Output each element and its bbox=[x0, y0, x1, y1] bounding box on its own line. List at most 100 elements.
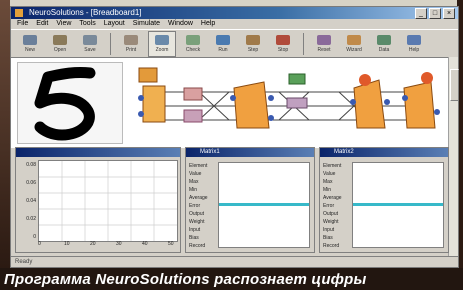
toolbar-button-label: Save bbox=[84, 47, 96, 53]
reset-icon bbox=[317, 35, 331, 45]
menu-tools[interactable]: Tools bbox=[79, 19, 95, 29]
matrix1-output-line bbox=[219, 203, 309, 206]
toolbar-button-label: Stop bbox=[277, 47, 289, 53]
hidden-layer-node bbox=[230, 81, 274, 129]
plot-area bbox=[38, 160, 178, 242]
open-button[interactable]: Open bbox=[47, 32, 73, 56]
monitor-bezel-left bbox=[0, 0, 10, 268]
menu-edit[interactable]: Edit bbox=[36, 19, 48, 29]
matrix1-row-label: Record bbox=[189, 243, 206, 249]
plot-panel: 0.08 0.06 0.04 0.02 0 0 10 20 30 40 50 bbox=[15, 147, 181, 253]
toolbar-separator bbox=[110, 33, 111, 55]
digit-input-image bbox=[17, 62, 123, 144]
save-icon bbox=[83, 35, 97, 45]
scroll-thumb[interactable] bbox=[450, 69, 459, 101]
toolbar-button-label: Open bbox=[53, 47, 67, 53]
window-title: NeuroSolutions - [Breadboard1] bbox=[29, 8, 142, 17]
maximize-button[interactable]: □ bbox=[429, 8, 441, 19]
network-diagram bbox=[138, 67, 440, 129]
menu-file[interactable]: File bbox=[17, 19, 28, 29]
toolbar-button-label: Step bbox=[247, 47, 259, 53]
step-button[interactable]: Step bbox=[240, 32, 266, 56]
menu-layout[interactable]: Layout bbox=[104, 19, 125, 29]
toolbar-button-label: New bbox=[24, 47, 35, 53]
x-tick-label: 50 bbox=[168, 241, 174, 247]
reset-button[interactable]: Reset bbox=[311, 32, 337, 56]
menu-simulate[interactable]: Simulate bbox=[133, 19, 160, 29]
matrix1-row-label: Input bbox=[189, 227, 201, 233]
matrix2-row-label: Record bbox=[323, 243, 340, 249]
stop-icon bbox=[276, 35, 290, 45]
print-icon bbox=[124, 35, 138, 45]
matrix1-row-label: Error bbox=[189, 203, 201, 209]
toolbar: New Open Save Print Zoom Check Run Step Stop Rese… bbox=[11, 29, 458, 59]
matrix2-row-label: Output bbox=[323, 211, 339, 217]
plot-x-ticks: 0 10 20 30 40 50 bbox=[38, 241, 178, 249]
toolbar-button-label: Reset bbox=[317, 47, 331, 53]
title-bar: NeuroSolutions - [Breadboard1] _ □ × bbox=[11, 7, 458, 19]
step-icon bbox=[246, 35, 260, 45]
matrix2-header: Matrix2 bbox=[320, 148, 448, 157]
matrix1-row-label: Weight bbox=[189, 219, 205, 225]
matrix2-row-label: Average bbox=[323, 195, 342, 201]
plot-y-ticks: 0.08 0.06 0.04 0.02 0 bbox=[18, 162, 36, 240]
menu-window[interactable]: Window bbox=[168, 19, 193, 29]
matrix2-row-label: Value bbox=[323, 171, 336, 177]
check-icon bbox=[186, 35, 200, 45]
menu-bar: File Edit View Tools Layout Simulate Window Hel… bbox=[11, 19, 458, 29]
zoom-icon bbox=[155, 35, 169, 45]
matrix2-row-label: Weight bbox=[323, 219, 339, 225]
matrix1-row-label: Max bbox=[189, 179, 199, 185]
new-button[interactable]: New bbox=[17, 32, 43, 56]
wizard-button[interactable]: Wizard bbox=[341, 32, 367, 56]
run-icon bbox=[216, 35, 230, 45]
x-tick-label: 30 bbox=[116, 241, 122, 247]
matrix1-display bbox=[218, 162, 310, 248]
help-button[interactable]: Help bbox=[401, 32, 427, 56]
input-layer-node bbox=[138, 67, 166, 123]
minimize-button[interactable]: _ bbox=[415, 8, 427, 19]
matrix2-row-label: Error bbox=[323, 203, 335, 209]
menu-view[interactable]: View bbox=[56, 19, 71, 29]
data-icon bbox=[377, 35, 391, 45]
matrix2-row-label: Min bbox=[323, 187, 332, 193]
output-layer-node bbox=[350, 74, 390, 129]
x-tick-label: 10 bbox=[64, 241, 70, 247]
y-tick-label: 0.06 bbox=[26, 180, 36, 186]
run-button[interactable]: Run bbox=[210, 32, 236, 56]
breadboard-canvas[interactable] bbox=[11, 57, 449, 148]
matrix1-row-label: Average bbox=[189, 195, 208, 201]
vertical-scrollbar[interactable] bbox=[448, 57, 459, 257]
zoom-button[interactable]: Zoom bbox=[148, 31, 176, 57]
x-tick-label: 20 bbox=[90, 241, 96, 247]
toolbar-button-label: Data bbox=[378, 47, 390, 53]
app-icon bbox=[15, 9, 23, 17]
matrix1-row-label: Value bbox=[189, 171, 202, 177]
error-criterion-node bbox=[402, 72, 440, 129]
matrix2-row-label: Input bbox=[323, 227, 335, 233]
matrix2-output-line bbox=[353, 203, 443, 206]
toolbar-button-label: Help bbox=[408, 47, 420, 53]
data-button[interactable]: Data bbox=[371, 32, 397, 56]
save-button[interactable]: Save bbox=[77, 32, 103, 56]
close-button[interactable]: × bbox=[443, 8, 455, 19]
matrix1-header: Matrix1 bbox=[186, 148, 314, 157]
toolbar-button-label: Check bbox=[185, 47, 201, 53]
y-tick-label: 0.08 bbox=[26, 162, 36, 168]
wizard-icon bbox=[347, 35, 361, 45]
x-tick-label: 0 bbox=[38, 241, 41, 247]
check-button[interactable]: Check bbox=[180, 32, 206, 56]
matrix2-row-labels: Element Value Max Min Average Error Output Weig… bbox=[323, 162, 342, 250]
print-button[interactable]: Print bbox=[118, 32, 144, 56]
toolbar-button-label: Run bbox=[218, 47, 228, 53]
y-tick-label: 0.04 bbox=[26, 198, 36, 204]
matrix2-panel: Matrix2 Element Value Max Min Average Error Ou… bbox=[319, 147, 449, 253]
toolbar-separator bbox=[303, 33, 304, 55]
matrix2-display bbox=[352, 162, 444, 248]
toolbar-button-label: Print bbox=[125, 47, 137, 53]
stop-button[interactable]: Stop bbox=[270, 32, 296, 56]
menu-help[interactable]: Help bbox=[201, 19, 215, 29]
matrix1-row-label: Min bbox=[189, 187, 198, 193]
help-icon bbox=[407, 35, 421, 45]
matrix1-row-label: Bias bbox=[189, 235, 199, 241]
